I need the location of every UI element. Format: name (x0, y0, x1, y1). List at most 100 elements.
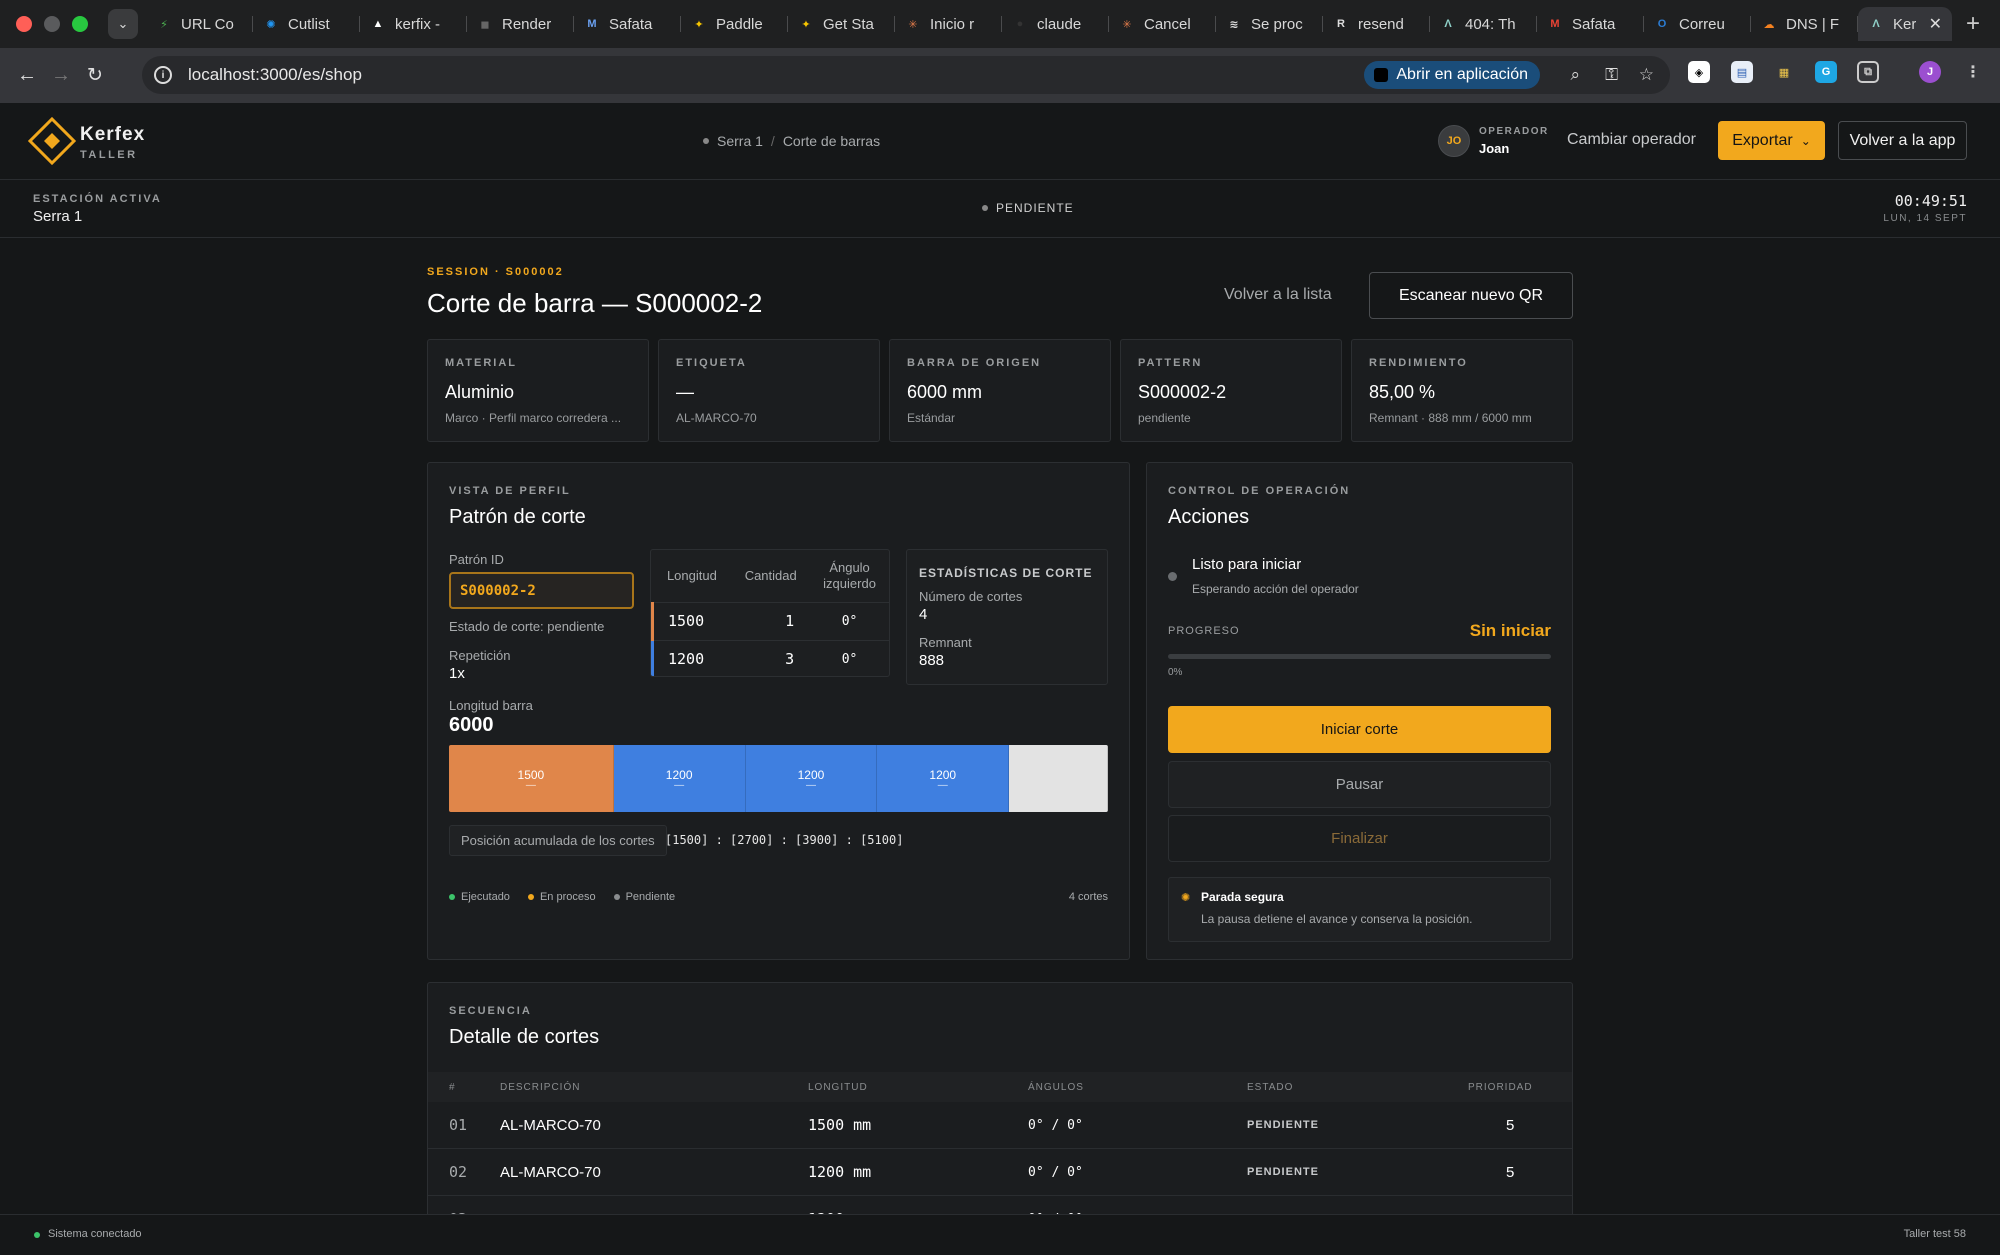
browser-tab[interactable]: ✦ Get Sta (788, 7, 895, 41)
session-label: SESSION · S000002 (427, 266, 564, 278)
claude-icon: ✳ (908, 18, 918, 31)
tab-title: Se proc (1251, 15, 1303, 33)
stat-label: ETIQUETA (676, 357, 747, 369)
browser-tab[interactable]: ☁ DNS | F (1751, 7, 1858, 41)
change-operator-button[interactable]: Cambiar operador (1567, 131, 1696, 149)
section-title: Acciones (1168, 506, 1250, 528)
legend-label: En proceso (539, 891, 596, 903)
pattern-table: Longitud Cantidad Ángulo izquierdo 1500 1… (650, 549, 890, 677)
chevron-down-icon: ⌄ (1800, 133, 1811, 148)
cumulative-position-value: [1500] : [2700] : [3900] : [5100] (665, 833, 904, 847)
row-priority: 5 (1506, 1163, 1515, 1181)
zoom-window-button[interactable] (72, 16, 88, 32)
minimize-window-button[interactable] (44, 16, 60, 32)
page-title: Corte de barra — S000002-2 (427, 288, 763, 318)
browser-tab[interactable]: ✳ Cancel (1109, 7, 1216, 41)
pattern-id-field[interactable]: S000002-2 (449, 572, 634, 609)
segment-dash: — (937, 779, 948, 791)
zoom-icon[interactable]: ⌕ (1570, 65, 1580, 85)
open-in-app-button[interactable]: Abrir en aplicación (1364, 61, 1540, 89)
back-arrow-icon[interactable]: ← (10, 64, 44, 87)
stat-value: — (676, 382, 694, 402)
breadcrumb: Serra 1 / Corte de barras (703, 133, 880, 149)
close-window-button[interactable] (16, 16, 32, 32)
operator-name: Joan (1479, 141, 1510, 156)
bookmark-star-icon[interactable]: ☆ (1639, 65, 1654, 85)
browser-tab[interactable]: ⚡ URL Co (146, 7, 253, 41)
mail-icon: M (587, 18, 597, 30)
pattern-row[interactable]: 1500 1 0° (651, 602, 889, 641)
row-qty: 3 (731, 640, 811, 676)
browser-tab[interactable]: M Safata (574, 7, 681, 41)
breadcrumb-dot (703, 138, 709, 144)
cut-bar-visualization: 1500—1200—1200—1200— (449, 745, 1108, 812)
connection-status: Sistema conectado (48, 1228, 142, 1240)
github-icon: ● (1016, 18, 1024, 30)
stat-label: RENDIMIENTO (1369, 357, 1468, 369)
back-to-app-button[interactable]: Volver a la app (1838, 121, 1967, 160)
breadcrumb-station[interactable]: Serra 1 (717, 133, 763, 149)
new-tab-icon[interactable]: + (1966, 10, 1980, 38)
browser-tab-active[interactable]: Λ Ker ✕ (1858, 7, 1952, 41)
extension-icon[interactable]: ▦ (1773, 61, 1795, 83)
bar-segment[interactable]: 1200— (877, 745, 1010, 812)
url-text[interactable]: localhost:3000/es/shop (188, 65, 362, 85)
close-tab-icon[interactable]: ✕ (1929, 14, 1942, 34)
row-angles: 0° / 0° (1028, 1117, 1083, 1133)
browser-tab[interactable]: M Safata (1537, 7, 1644, 41)
browser-tab[interactable]: ✺ Cutlist (253, 7, 360, 41)
tab-title: claude (1037, 15, 1082, 33)
browser-tab[interactable]: Λ 404: Th (1430, 7, 1537, 41)
back-to-list-button[interactable]: Volver a la lista (1224, 286, 1332, 304)
profile-avatar[interactable]: J (1919, 61, 1941, 83)
browser-tab[interactable]: ✳ Inicio r (895, 7, 1002, 41)
bar-segment[interactable]: 1200— (613, 745, 746, 812)
browser-tab[interactable]: ▲ kerfix - (360, 7, 467, 41)
app-header: Kerfex TALLER Serra 1 / Corte de barras … (0, 103, 2000, 180)
extension-icon[interactable]: G (1815, 61, 1837, 83)
browser-tab[interactable]: ✦ Paddle (681, 7, 788, 41)
site-info-icon[interactable]: i (154, 66, 172, 84)
extension-icon[interactable]: ◈ (1688, 61, 1710, 83)
safe-stop-notice: ✺ Parada segura La pausa detiene el avan… (1168, 877, 1551, 942)
scan-qr-button[interactable]: Escanear nuevo QR (1369, 272, 1573, 319)
pattern-row[interactable]: 1200 3 0° (651, 640, 889, 676)
num-cuts-label: Número de cortes (919, 589, 1023, 604)
browser-tab[interactable]: ● claude (1002, 7, 1109, 41)
outlook-icon: O (1657, 18, 1667, 30)
bar-segment[interactable]: 1200— (745, 745, 878, 812)
pattern-id-label: Patrón ID (449, 552, 504, 567)
bar-segment[interactable]: 1500— (449, 745, 614, 812)
stat-card: MATERIAL Aluminio Marco · Perfil marco cor… (427, 339, 649, 442)
table-row[interactable]: 01 AL-MARCO-70 1500 mm 0° / 0° PENDIENTE 5 (428, 1102, 1572, 1149)
table-row[interactable]: 02 AL-MARCO-70 1200 mm 0° / 0° PENDIENTE 5 (428, 1149, 1572, 1196)
finish-button[interactable]: Finalizar (1168, 815, 1551, 862)
row-angle: 0° (810, 602, 889, 641)
tab-search-chevron-icon[interactable]: ⌄ (108, 9, 138, 39)
browser-tab[interactable]: Rresend (1323, 7, 1430, 41)
bolt-icon: ⚡ (160, 18, 168, 31)
puzzle-icon[interactable]: ⧉ (1857, 61, 1879, 83)
browser-tab[interactable]: ≋ Se proc (1216, 7, 1323, 41)
row-length: 1200 (651, 640, 732, 676)
start-cut-button[interactable]: Iniciar corte (1168, 706, 1551, 753)
connection-dot (34, 1232, 40, 1238)
pause-button[interactable]: Pausar (1168, 761, 1551, 808)
row-description: AL-MARCO-70 (500, 1116, 601, 1134)
key-icon[interactable]: ⚿ (1605, 65, 1618, 85)
tab-title: Render (502, 15, 552, 33)
export-button[interactable]: Exportar ⌄ (1718, 121, 1825, 160)
reload-icon[interactable]: ↻ (78, 64, 112, 87)
menu-kebab-icon[interactable]: ⋮ (1962, 61, 1984, 83)
stat-value: S000002-2 (1138, 382, 1227, 402)
browser-tab[interactable]: O Correu (1644, 7, 1751, 41)
browser-tab[interactable]: ◼ Render (467, 7, 574, 41)
browser-tab-bar: ⌄ ⚡ URL Co ✺ Cutlist ▲ kerfix - ◼ Render M Safata… (0, 0, 2000, 48)
address-bar[interactable]: i localhost:3000/es/shop Abrir en aplica… (142, 56, 1670, 94)
tab-title: Paddle (716, 15, 763, 33)
row-number: 01 (449, 1116, 468, 1134)
forward-arrow-icon[interactable]: → (44, 64, 78, 87)
kerfex-logo-icon[interactable] (28, 117, 76, 165)
extension-icon[interactable]: ▤ (1731, 61, 1753, 83)
stat-card: BARRA DE ORIGEN 6000 mm Estándar (889, 339, 1111, 442)
